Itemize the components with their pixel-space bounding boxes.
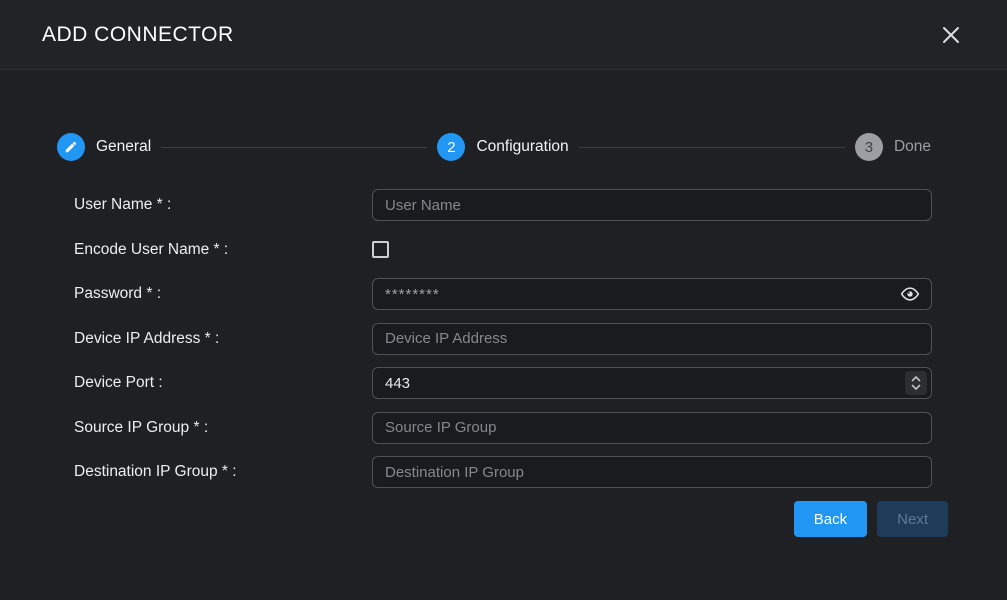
encode-user-name-label: Encode User Name * : [74,241,372,259]
step-configuration[interactable]: 2 Configuration [437,133,568,161]
configuration-form: User Name * : Encode User Name * : Passw… [0,189,1007,537]
form-row-password: Password * : [74,278,932,310]
next-button[interactable]: Next [877,501,948,537]
step-2-badge: 2 [437,133,465,161]
eye-icon[interactable] [899,286,921,302]
step-3-badge: 3 [855,133,883,161]
source-ip-group-label: Source IP Group * : [74,419,372,437]
stepper-connector [579,147,845,148]
stepper-connector [161,147,427,148]
step-configuration-label: Configuration [476,138,568,156]
wizard-stepper: General 2 Configuration 3 Done [57,133,931,161]
encode-user-name-checkbox[interactable] [372,241,389,258]
form-row-source-ip-group: Source IP Group * : [74,412,932,444]
form-row-device-port: Device Port : [74,367,932,399]
add-connector-dialog: ADD CONNECTOR General 2 Configuration 3 [0,0,1007,600]
pencil-icon [57,133,85,161]
dialog-title: ADD CONNECTOR [42,23,234,47]
step-general-label: General [96,138,151,156]
dialog-header: ADD CONNECTOR [0,0,1007,70]
device-port-input[interactable] [372,367,932,399]
destination-ip-group-label: Destination IP Group * : [74,463,372,481]
step-done: 3 Done [855,133,931,161]
user-name-label: User Name * : [74,196,372,214]
device-ip-input[interactable] [372,323,932,355]
dialog-actions: Back Next [0,501,948,537]
form-row-user-name: User Name * : [74,189,932,221]
close-icon[interactable] [939,23,963,47]
form-row-encode-user-name: Encode User Name * : [74,234,932,266]
destination-ip-group-input[interactable] [372,456,932,488]
device-ip-label: Device IP Address * : [74,330,372,348]
back-button[interactable]: Back [794,501,867,537]
device-port-label: Device Port : [74,374,372,392]
number-stepper-icon[interactable] [905,371,927,395]
source-ip-group-input[interactable] [372,412,932,444]
user-name-input[interactable] [372,189,932,221]
step-general[interactable]: General [57,133,151,161]
password-label: Password * : [74,285,372,303]
password-input[interactable] [372,278,932,310]
form-row-destination-ip-group: Destination IP Group * : [74,456,932,488]
form-row-device-ip: Device IP Address * : [74,323,932,355]
step-done-label: Done [894,138,931,156]
